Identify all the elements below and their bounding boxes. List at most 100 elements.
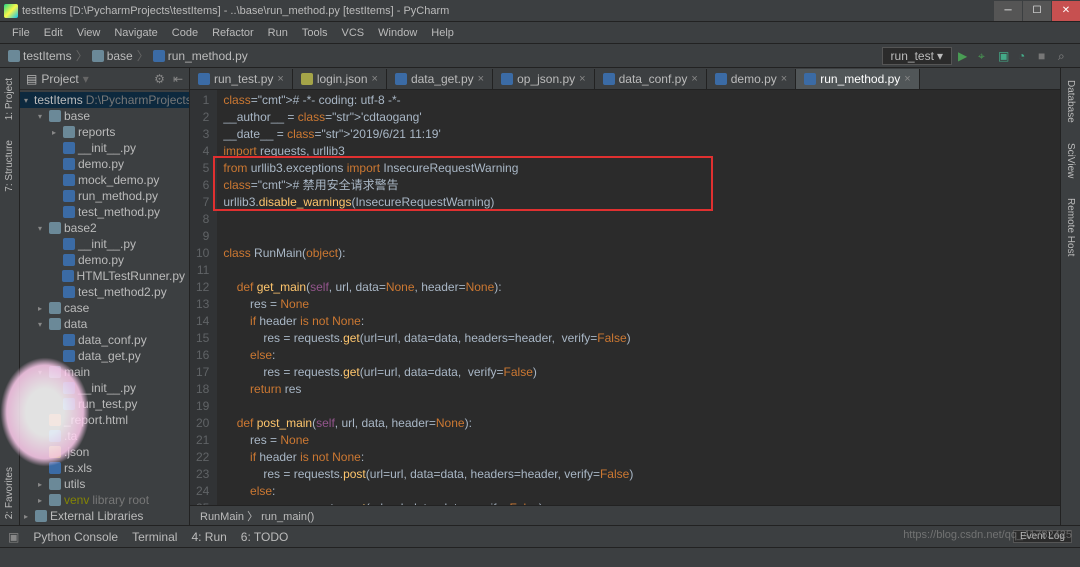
tree-item[interactable]: ▾base2 bbox=[20, 220, 189, 236]
py-icon bbox=[63, 174, 75, 186]
tree-item[interactable]: mock_demo.py bbox=[20, 172, 189, 188]
tool-tab-remotehost[interactable]: Remote Host bbox=[1063, 192, 1078, 262]
minimize-button[interactable]: ─ bbox=[994, 1, 1022, 21]
menu-navigate[interactable]: Navigate bbox=[108, 25, 163, 41]
tree-item[interactable]: ▸utils bbox=[20, 476, 189, 492]
editor-tab[interactable]: data_get.py× bbox=[387, 69, 493, 89]
menu-code[interactable]: Code bbox=[166, 25, 204, 41]
close-tab-icon[interactable]: × bbox=[904, 73, 910, 85]
breadcrumb-item[interactable]: run_method.py bbox=[153, 49, 248, 63]
editor-area: run_test.py×login.json×data_get.py×op_js… bbox=[190, 68, 1060, 525]
close-tab-icon[interactable]: × bbox=[691, 73, 697, 85]
tree-item[interactable]: ▾testItems D:\PycharmProjects\ bbox=[20, 92, 189, 108]
profile-icon[interactable]: ◔ bbox=[1018, 49, 1032, 63]
tree-item[interactable]: ▾base bbox=[20, 108, 189, 124]
tool-terminal[interactable]: Terminal bbox=[132, 530, 177, 544]
run-icon[interactable]: ▶ bbox=[958, 49, 972, 63]
tool-tab-sciview[interactable]: SciView bbox=[1063, 137, 1078, 184]
py-icon bbox=[62, 270, 73, 282]
menu-vcs[interactable]: VCS bbox=[336, 25, 371, 41]
close-tab-icon[interactable]: × bbox=[277, 73, 283, 85]
tree-item[interactable]: ▸External Libraries bbox=[20, 508, 189, 524]
search-icon[interactable]: ⌕ bbox=[1058, 49, 1072, 63]
menu-edit[interactable]: Edit bbox=[38, 25, 69, 41]
run-toolbar: run_test ▾ ▶ ⌖ ▣ ◔ ■ ⌕ bbox=[882, 47, 1072, 65]
code-content[interactable]: class="cmt"># -*- coding: utf-8 -*-__aut… bbox=[217, 90, 1060, 505]
file-icon bbox=[49, 430, 61, 442]
tree-item[interactable]: run_method.py bbox=[20, 188, 189, 204]
tool-tab-favorites[interactable]: 2: Favorites bbox=[2, 461, 17, 525]
tool-python-console[interactable]: Python Console bbox=[33, 530, 118, 544]
tree-item[interactable]: ▸venv library root bbox=[20, 492, 189, 508]
json-icon bbox=[301, 73, 313, 85]
tree-item[interactable]: rs.xls bbox=[20, 460, 189, 476]
tree-item[interactable]: data_get.py bbox=[20, 348, 189, 364]
collapse-icon[interactable]: ⇤ bbox=[173, 72, 183, 86]
folder-icon bbox=[8, 50, 20, 62]
gear-icon[interactable]: ⚙ bbox=[154, 72, 165, 86]
code-breadcrumb[interactable]: RunMain 〉 run_main() bbox=[190, 505, 1060, 525]
close-button[interactable]: ✕ bbox=[1052, 1, 1080, 21]
close-tab-icon[interactable]: × bbox=[579, 73, 585, 85]
folder-icon bbox=[92, 50, 104, 62]
tree-item[interactable]: run_test.py bbox=[20, 396, 189, 412]
editor-tab[interactable]: login.json× bbox=[293, 69, 387, 89]
py-icon bbox=[804, 73, 816, 85]
tree-item[interactable]: _report.html bbox=[20, 412, 189, 428]
python-icon bbox=[153, 50, 165, 62]
run-config-select[interactable]: run_test ▾ bbox=[882, 47, 952, 65]
menu-tools[interactable]: Tools bbox=[296, 25, 334, 41]
tool-run[interactable]: 4: Run bbox=[191, 530, 226, 544]
editor-tab[interactable]: op_json.py× bbox=[493, 69, 594, 89]
code-editor[interactable]: 1234567891011121314151617181920212223242… bbox=[190, 90, 1060, 505]
tool-tab-database[interactable]: Database bbox=[1063, 74, 1078, 129]
editor-tabs: run_test.py×login.json×data_get.py×op_js… bbox=[190, 68, 1060, 90]
tree-item[interactable]: __init__.py bbox=[20, 380, 189, 396]
editor-tab[interactable]: demo.py× bbox=[707, 69, 796, 89]
tree-item[interactable]: demo.py bbox=[20, 252, 189, 268]
tool-tab-project[interactable]: 1: Project bbox=[2, 72, 17, 126]
menu-window[interactable]: Window bbox=[372, 25, 423, 41]
menu-view[interactable]: View bbox=[71, 25, 107, 41]
tree-item[interactable]: ▾data bbox=[20, 316, 189, 332]
folder-icon bbox=[35, 510, 47, 522]
tool-todo[interactable]: 6: TODO bbox=[241, 530, 289, 544]
event-log[interactable]: Event Log bbox=[1013, 530, 1072, 543]
tree-item[interactable]: __init__.py bbox=[20, 236, 189, 252]
tree-item[interactable]: ▸reports bbox=[20, 124, 189, 140]
maximize-button[interactable]: ☐ bbox=[1023, 1, 1051, 21]
menu-help[interactable]: Help bbox=[425, 25, 460, 41]
tree-item[interactable]: ▾main bbox=[20, 364, 189, 380]
menu-file[interactable]: File bbox=[6, 25, 36, 41]
close-tab-icon[interactable]: × bbox=[781, 73, 787, 85]
close-tab-icon[interactable]: × bbox=[478, 73, 484, 85]
editor-tab[interactable]: run_test.py× bbox=[190, 69, 293, 89]
menu-refactor[interactable]: Refactor bbox=[206, 25, 260, 41]
tree-item[interactable]: data_conf.py bbox=[20, 332, 189, 348]
close-tab-icon[interactable]: × bbox=[372, 73, 378, 85]
menu-run[interactable]: Run bbox=[262, 25, 294, 41]
stop-icon[interactable]: ■ bbox=[1038, 49, 1052, 63]
editor-tab[interactable]: run_method.py× bbox=[796, 69, 920, 89]
tree-item[interactable]: .ta bbox=[20, 428, 189, 444]
tree-item[interactable]: demo.py bbox=[20, 156, 189, 172]
tree-item[interactable]: ▸case bbox=[20, 300, 189, 316]
sidebar-header: ▤ Project ▾ ⚙ ⇤ bbox=[20, 68, 189, 90]
tree-item[interactable]: test_method.py bbox=[20, 204, 189, 220]
tree-item[interactable]: test_method2.py bbox=[20, 284, 189, 300]
title-bar: testItems [D:\PycharmProjects\testItems]… bbox=[0, 0, 1080, 22]
toggle-tools-icon[interactable]: ▣ bbox=[8, 530, 19, 544]
tree-item[interactable]: HTMLTestRunner.py bbox=[20, 268, 189, 284]
breadcrumb-item[interactable]: testItems bbox=[8, 49, 72, 63]
status-bar bbox=[0, 547, 1080, 567]
tree-item[interactable]: .json bbox=[20, 444, 189, 460]
tool-tab-structure[interactable]: 7: Structure bbox=[2, 134, 17, 198]
breadcrumb-item[interactable]: base bbox=[92, 49, 133, 63]
debug-icon[interactable]: ⌖ bbox=[978, 49, 992, 63]
html-icon bbox=[49, 414, 61, 426]
right-tool-gutter: Database SciView Remote Host bbox=[1060, 68, 1080, 525]
editor-tab[interactable]: data_conf.py× bbox=[595, 69, 707, 89]
tree-item[interactable]: __init__.py bbox=[20, 140, 189, 156]
coverage-icon[interactable]: ▣ bbox=[998, 49, 1012, 63]
project-tree[interactable]: ▾testItems D:\PycharmProjects\▾base▸repo… bbox=[20, 90, 189, 525]
